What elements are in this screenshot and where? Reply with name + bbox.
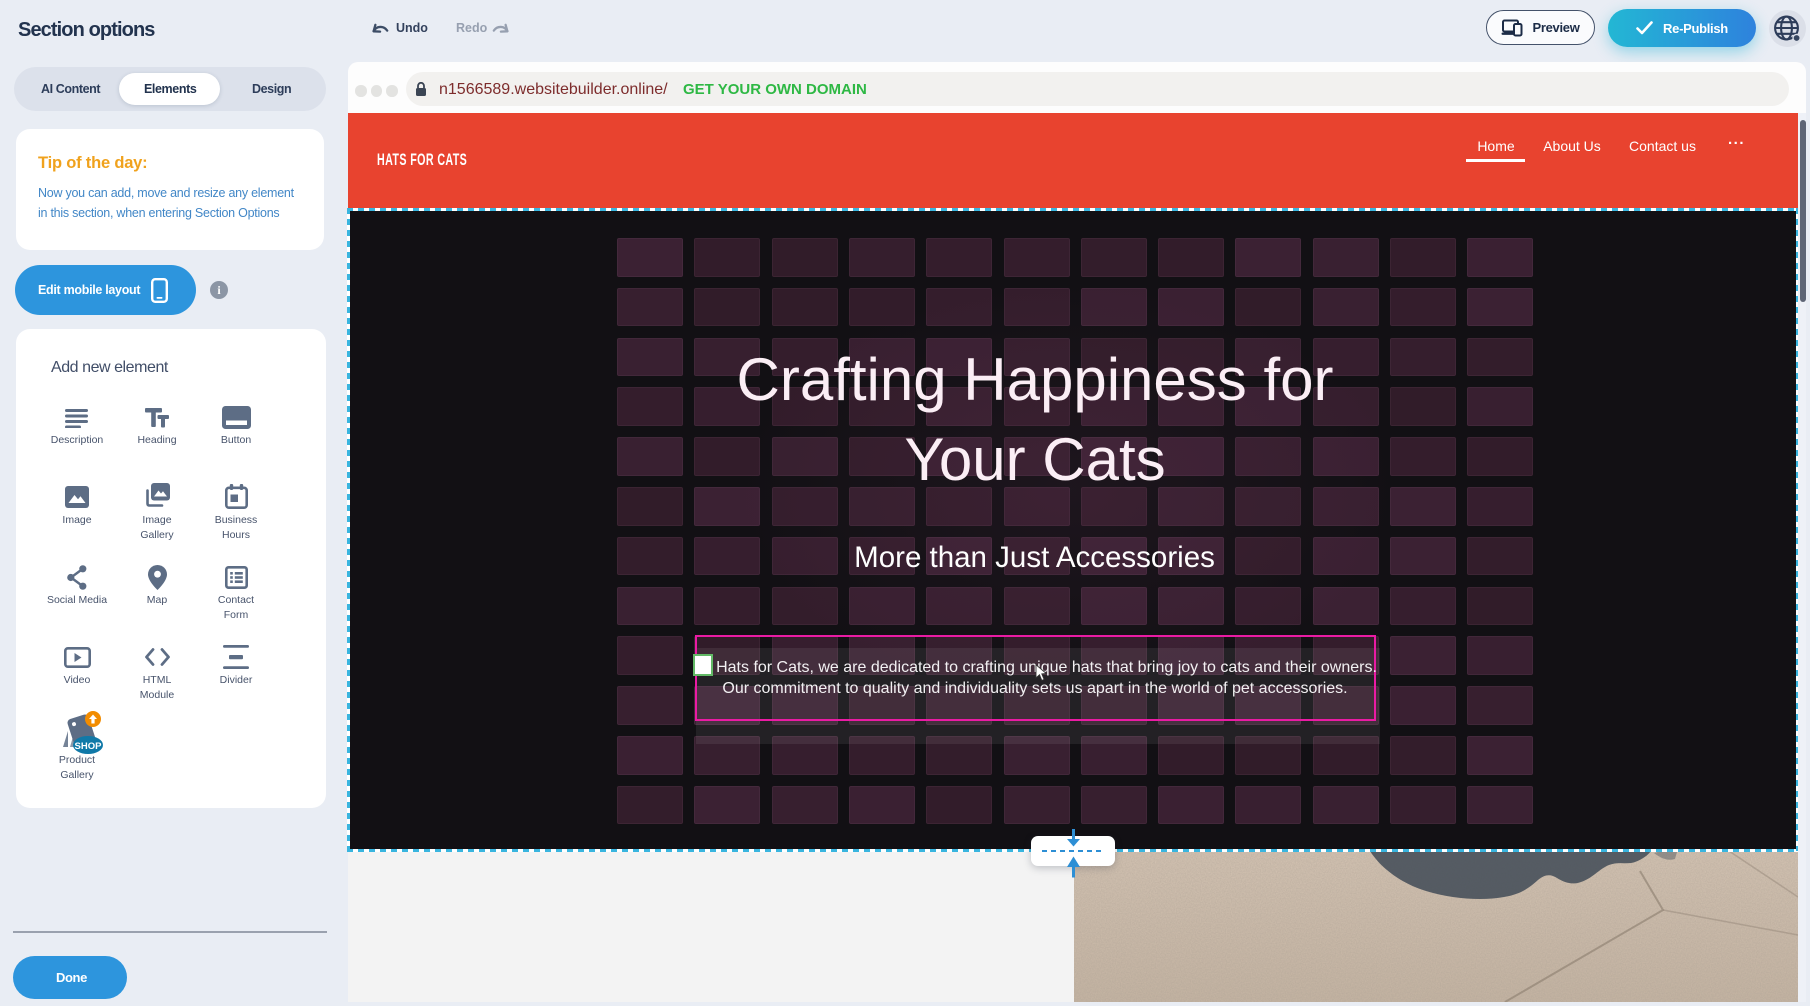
svg-text:SHOP: SHOP (75, 741, 103, 752)
